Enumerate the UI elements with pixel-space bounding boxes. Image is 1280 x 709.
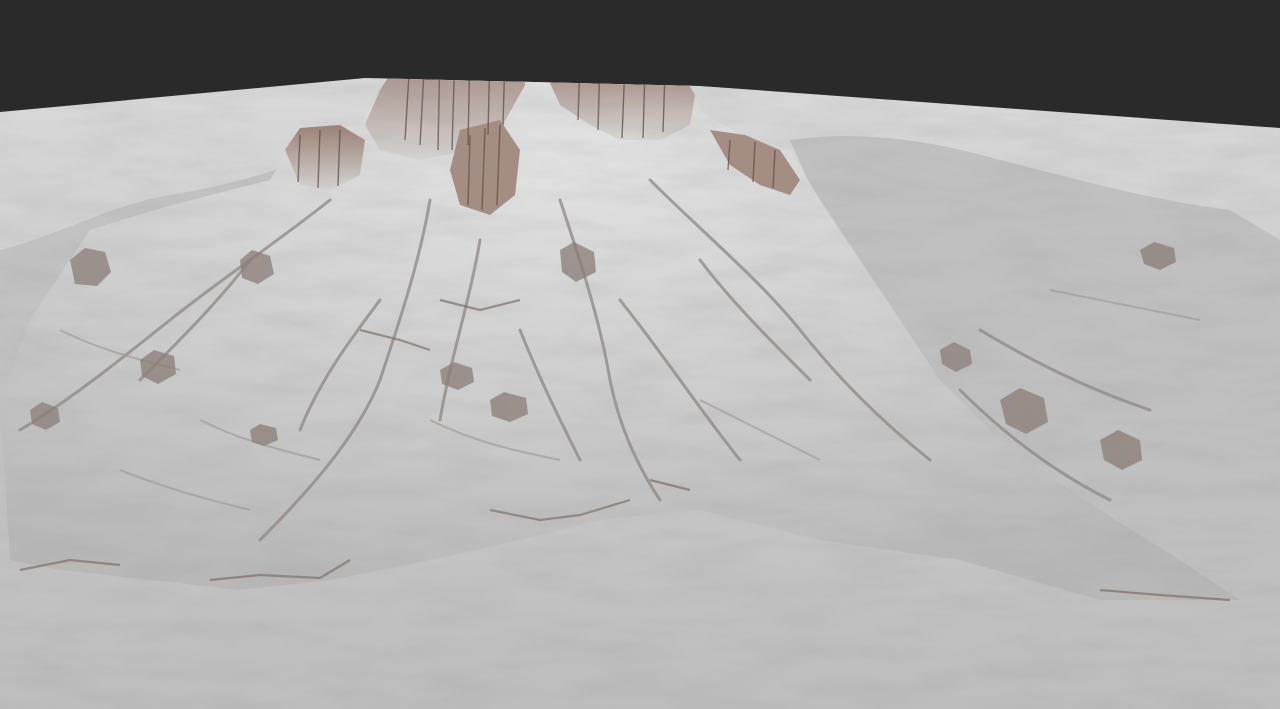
render-viewport	[0, 0, 1280, 709]
terrain-texture	[0, 78, 1280, 709]
terrain-render	[0, 0, 1280, 709]
